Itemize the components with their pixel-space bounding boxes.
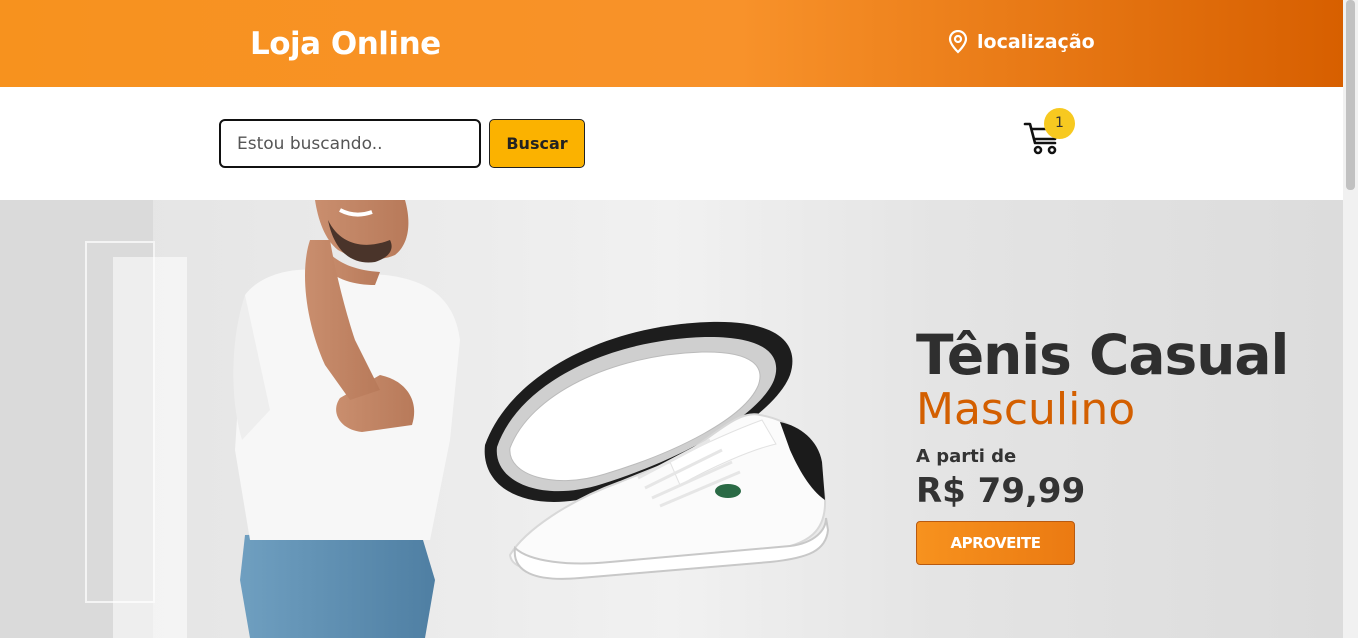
search-row: Buscar 1 xyxy=(0,87,1343,200)
search-input[interactable] xyxy=(219,119,481,168)
hero-price: R$ 79,99 xyxy=(916,471,1086,511)
hero-subtitle: Masculino xyxy=(916,384,1136,435)
cart-count-badge: 1 xyxy=(1044,108,1075,139)
brand-logo[interactable]: Loja Online xyxy=(250,22,441,66)
top-bar: Loja Online localização xyxy=(0,0,1343,87)
hero-banner: Tênis Casual Masculino A parti de R$ 79,… xyxy=(0,200,1343,638)
hero-product-image xyxy=(233,200,830,638)
location-link[interactable]: localização xyxy=(947,30,1095,54)
hero-title: Tênis Casual xyxy=(916,323,1289,387)
aproveite-button[interactable]: APROVEITE xyxy=(916,521,1075,565)
location-label: localização xyxy=(977,31,1095,53)
model-figure xyxy=(233,200,460,638)
hero-price-prefix: A parti de xyxy=(916,446,1017,467)
scrollbar-thumb[interactable] xyxy=(1346,0,1355,190)
map-pin-icon xyxy=(947,30,969,54)
page: Loja Online localização Buscar xyxy=(0,0,1343,638)
cart-button[interactable]: 1 xyxy=(1023,108,1079,161)
search-button[interactable]: Buscar xyxy=(489,119,585,168)
page-scrollbar[interactable] xyxy=(1343,0,1358,638)
hero-text-block: Tênis Casual Masculino A parti de R$ 79,… xyxy=(916,323,1289,565)
